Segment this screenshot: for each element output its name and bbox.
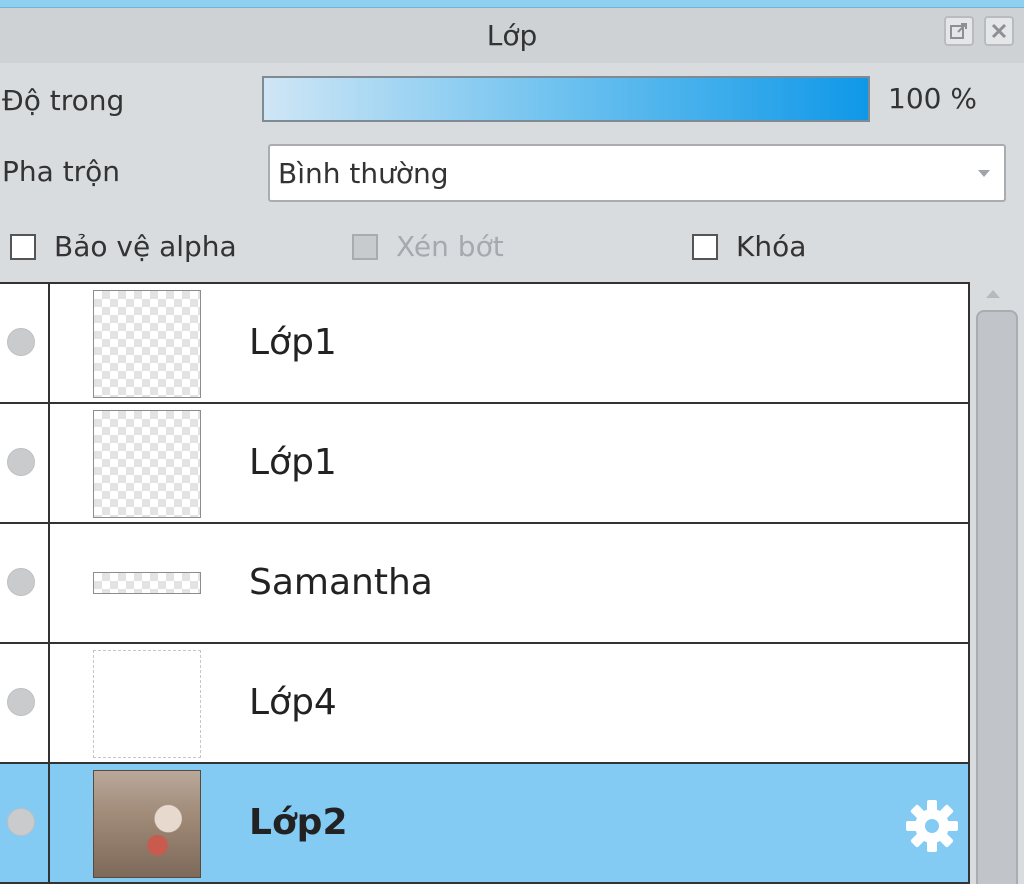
layer-name: Lớp1 bbox=[249, 442, 337, 483]
layer-row[interactable]: Lớp1 bbox=[0, 284, 968, 404]
scroll-up-arrow-icon[interactable] bbox=[986, 290, 1000, 298]
layer-list: Lớp1 Lớp1 Samantha Lớp4 Lớp2 bbox=[0, 282, 970, 884]
visibility-toggle[interactable] bbox=[7, 568, 35, 596]
checkbox-box bbox=[352, 233, 378, 260]
layer-row[interactable]: Samantha bbox=[0, 524, 968, 644]
protect-alpha-label: Bảo vệ alpha bbox=[54, 230, 237, 263]
layer-name: Lớp4 bbox=[249, 682, 337, 723]
opacity-slider[interactable] bbox=[262, 76, 870, 122]
layer-thumbnail bbox=[93, 650, 201, 758]
visibility-column bbox=[0, 764, 50, 882]
opacity-value: 100 % bbox=[888, 82, 977, 115]
popout-icon bbox=[950, 23, 967, 39]
layer-name: Lớp1 bbox=[249, 322, 337, 363]
protect-alpha-checkbox[interactable]: Bảo vệ alpha bbox=[10, 230, 237, 263]
layer-name: Samantha bbox=[249, 562, 433, 603]
panel-titlebar: Lớp bbox=[0, 8, 1024, 63]
clip-label: Xén bớt bbox=[396, 230, 504, 263]
visibility-column bbox=[0, 284, 50, 402]
close-icon bbox=[991, 23, 1007, 39]
panel-top-accent bbox=[0, 0, 1024, 8]
visibility-column bbox=[0, 404, 50, 522]
clip-checkbox: Xén bớt bbox=[352, 230, 504, 263]
visibility-column bbox=[0, 524, 50, 642]
blend-mode-value: Bình thường bbox=[278, 156, 449, 190]
blend-mode-select[interactable]: Bình thường bbox=[268, 144, 1006, 202]
scrollbar-thumb[interactable] bbox=[976, 310, 1018, 884]
layer-thumbnail bbox=[93, 572, 201, 594]
visibility-toggle[interactable] bbox=[7, 688, 35, 716]
gear-icon[interactable] bbox=[904, 798, 960, 854]
lock-checkbox[interactable]: Khóa bbox=[692, 230, 806, 263]
chevron-down-icon bbox=[978, 170, 990, 177]
layer-thumbnail bbox=[93, 410, 201, 518]
popout-button[interactable] bbox=[944, 16, 974, 46]
layer-thumbnail bbox=[93, 770, 201, 878]
lock-label: Khóa bbox=[736, 230, 807, 263]
checkbox-box bbox=[10, 233, 36, 260]
checkbox-box bbox=[692, 233, 718, 260]
visibility-toggle[interactable] bbox=[7, 328, 35, 356]
blend-mode-label: Pha trộn bbox=[2, 155, 121, 188]
layer-thumbnail bbox=[93, 290, 201, 398]
panel-title: Lớp bbox=[486, 19, 538, 52]
visibility-toggle[interactable] bbox=[7, 808, 35, 836]
layer-row[interactable]: Lớp1 bbox=[0, 404, 968, 524]
opacity-label: Độ trong bbox=[2, 84, 125, 117]
visibility-column bbox=[0, 644, 50, 762]
layer-row-selected[interactable]: Lớp2 bbox=[0, 764, 968, 884]
visibility-toggle[interactable] bbox=[7, 448, 35, 476]
layer-name: Lớp2 bbox=[249, 802, 348, 843]
layer-row[interactable]: Lớp4 bbox=[0, 644, 968, 764]
close-button[interactable] bbox=[984, 16, 1014, 46]
